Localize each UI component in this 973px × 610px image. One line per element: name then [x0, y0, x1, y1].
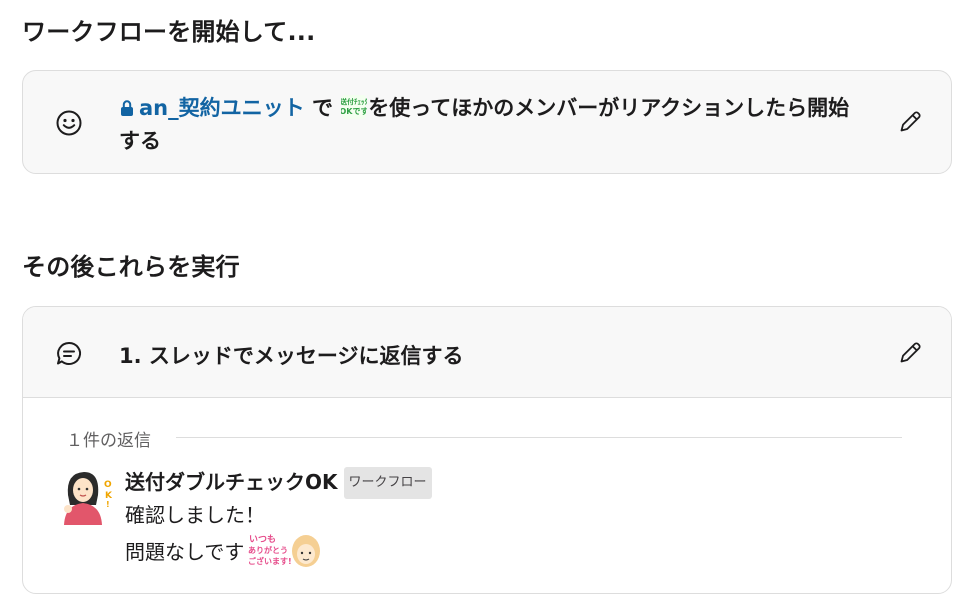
replies-divider: １件の返信 [66, 426, 902, 451]
step-card: 1. スレッドでメッセージに返信する １件の返信 O K ! 送付ダブルチェック… [22, 306, 952, 594]
channel-name: an_契約ユニット [139, 96, 305, 120]
divider-line [176, 437, 902, 438]
trigger-text-before: で [311, 96, 341, 120]
svg-text:O: O [104, 480, 112, 490]
svg-text:いつも: いつも [249, 534, 276, 545]
trigger-description: an_契約ユニット で 送付ﾁｪｯｸ OKです を使ってほかのメンバーがリアクシ… [119, 92, 867, 158]
channel-link[interactable]: an_契約ユニット [119, 96, 312, 120]
message-line-2-text: 問題なしです [125, 540, 245, 564]
lock-icon [121, 100, 133, 116]
svg-text:OKです: OKです [341, 107, 367, 116]
message-line-2: 問題なしです いつも ありがとう ございます! [125, 532, 825, 569]
trigger-section-title: ワークフローを開始して... [22, 18, 316, 46]
thread-reply-icon [57, 341, 81, 365]
workflow-badge: ワークフロー [343, 467, 432, 499]
step-title: 1. スレッドでメッセージに返信する [119, 344, 464, 368]
message-line-1: 確認しました！ [125, 503, 265, 527]
pencil-icon[interactable] [897, 340, 923, 366]
pencil-icon[interactable] [897, 109, 923, 135]
replies-count-label: １件の返信 [66, 426, 165, 451]
trigger-card[interactable]: an_契約ユニット で 送付ﾁｪｯｸ OKです を使ってほかのメンバーがリアクシ… [22, 70, 952, 174]
actions-section-title: その後これらを実行 [22, 253, 240, 281]
svg-text:ありがとう: ありがとう [248, 545, 288, 555]
svg-text:ございます!: ございます! [248, 556, 292, 566]
avatar[interactable]: O K ! [60, 465, 112, 525]
thank-you-emoji-icon: いつも ありがとう ございます! [248, 534, 321, 567]
step-header[interactable]: 1. スレッドでメッセージに返信する [23, 307, 951, 398]
reply-message: 送付ダブルチェックOK ワークフロー 確認しました！ 問題なしです いつも ありが… [125, 467, 825, 569]
smiley-icon [56, 110, 82, 136]
svg-text:!: ! [106, 500, 110, 509]
check-ok-emoji-icon: 送付ﾁｪｯｸ OKです [341, 95, 367, 119]
svg-text:送付ﾁｪｯｸ: 送付ﾁｪｯｸ [341, 97, 367, 106]
message-header: 送付ダブルチェックOK ワークフロー [125, 467, 825, 499]
sender-name[interactable]: 送付ダブルチェックOK [125, 470, 338, 494]
